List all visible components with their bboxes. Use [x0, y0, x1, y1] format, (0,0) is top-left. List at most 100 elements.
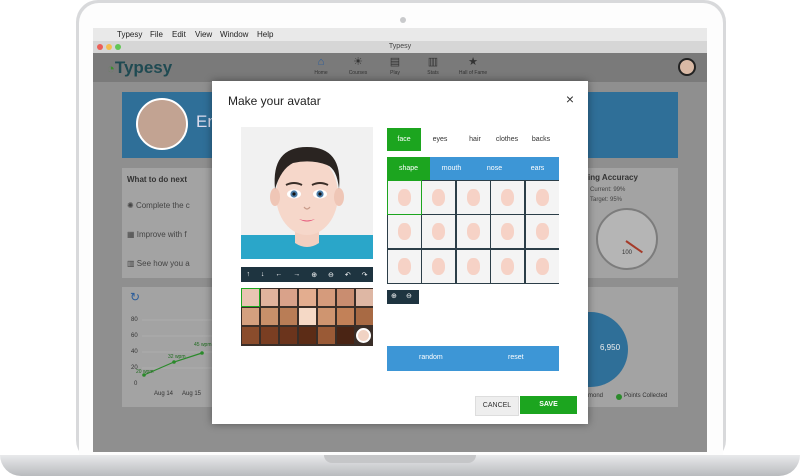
face-shape-option[interactable]: [388, 249, 421, 283]
redo-icon[interactable]: ↷: [362, 271, 368, 279]
skin-swatch[interactable]: [241, 288, 260, 307]
menu-item-view[interactable]: View: [195, 30, 212, 39]
typesy-logo[interactable]: ◔Typesy: [107, 58, 172, 78]
what-next-item-label: See how you a: [136, 259, 190, 268]
move-right-icon[interactable]: →: [293, 271, 300, 278]
minimize-window-button[interactable]: [106, 44, 112, 50]
face-shape-option[interactable]: [491, 215, 525, 249]
what-next-item-label: Complete the c: [135, 201, 190, 210]
tab-hair[interactable]: hair: [458, 128, 492, 151]
skin-swatch[interactable]: [242, 308, 259, 325]
zoom-out-icon[interactable]: ⊖: [328, 271, 334, 279]
app-header: ◔Typesy ⌂ Home ☀ Courses ▤ Play ▥ Stats ★ Hal…: [93, 53, 707, 82]
face-shape-option[interactable]: [525, 181, 559, 214]
tab-clothes[interactable]: clothes: [490, 128, 524, 151]
nav-stats[interactable]: ▥ Stats: [413, 56, 453, 76]
skin-swatch[interactable]: [318, 327, 335, 344]
skin-swatch[interactable]: [280, 327, 297, 344]
subtab-mouth[interactable]: mouth: [430, 157, 473, 180]
skin-swatch[interactable]: [261, 308, 278, 325]
save-button[interactable]: SAVE: [520, 396, 577, 414]
skin-swatch[interactable]: [242, 327, 259, 344]
face-shape-option[interactable]: [422, 181, 456, 214]
move-left-icon[interactable]: ←: [275, 271, 282, 278]
skin-swatch[interactable]: [261, 327, 278, 344]
nav-home[interactable]: ⌂ Home: [301, 56, 341, 76]
skin-swatch[interactable]: [356, 308, 373, 325]
skin-swatch[interactable]: [337, 289, 354, 306]
face-shape-option[interactable]: [456, 181, 490, 214]
skin-swatch[interactable]: [337, 308, 354, 325]
menu-item-file[interactable]: File: [150, 30, 163, 39]
subtab-shape[interactable]: shape: [387, 157, 430, 180]
menu-item-window[interactable]: Window: [220, 30, 248, 39]
maximize-window-button[interactable]: [115, 44, 121, 50]
what-next-item[interactable]: ✺ Complete the c: [127, 201, 190, 210]
speed-point[interactable]: [172, 360, 176, 364]
skin-color-palette: [241, 288, 373, 346]
logo-text: Typesy: [114, 58, 173, 77]
what-next-item[interactable]: ▦ Improve with f: [127, 230, 187, 239]
face-shape-option[interactable]: [422, 215, 456, 249]
face-shape-option[interactable]: [491, 249, 525, 283]
random-button[interactable]: random: [419, 354, 443, 361]
points-card: 6,950 mond Points Collected: [588, 287, 678, 407]
nav-home-label: Home: [314, 70, 328, 76]
menu-item-typesy[interactable]: Typesy: [117, 30, 142, 39]
face-shape-option[interactable]: [387, 180, 422, 215]
skin-swatch[interactable]: [318, 308, 335, 325]
skin-swatch[interactable]: [356, 289, 373, 306]
menu-bar: Typesy File Edit View Window Help: [93, 28, 707, 41]
close-window-button[interactable]: [97, 44, 103, 50]
face-shape-thumbnail: [535, 257, 549, 275]
face-shape-option[interactable]: [422, 249, 456, 283]
y-tick: 80: [131, 317, 138, 323]
skin-swatch[interactable]: [299, 327, 316, 344]
face-shape-thumbnail: [432, 223, 446, 241]
menu-item-edit[interactable]: Edit: [172, 30, 186, 39]
face-shape-option[interactable]: [525, 215, 559, 249]
refresh-icon[interactable]: ↻: [130, 290, 140, 304]
skin-swatch[interactable]: [318, 289, 335, 306]
face-shape-option[interactable]: [525, 249, 559, 283]
nav-courses[interactable]: ☀ Courses: [338, 56, 378, 76]
zoom-out-icon[interactable]: ⊖: [406, 292, 412, 300]
face-shape-option[interactable]: [456, 249, 490, 283]
speed-point[interactable]: [200, 351, 204, 355]
zoom-in-icon[interactable]: ⊕: [311, 271, 317, 279]
legend-item: mond: [588, 393, 604, 399]
skin-swatch[interactable]: [280, 308, 297, 325]
what-next-item[interactable]: ▥ See how you a: [127, 259, 190, 268]
cancel-button[interactable]: CANCEL: [475, 396, 519, 416]
nav-play[interactable]: ▤ Play: [375, 56, 415, 76]
undo-icon[interactable]: ↶: [345, 271, 351, 279]
stats-icon: ▥: [127, 259, 137, 268]
face-shape-option[interactable]: [491, 181, 525, 214]
reset-button[interactable]: reset: [508, 354, 524, 361]
custom-color-picker[interactable]: [356, 328, 371, 343]
nav-hall-of-fame-label: Hall of Fame: [458, 70, 488, 76]
face-shape-option[interactable]: [388, 215, 421, 249]
random-reset-bar: random reset: [387, 346, 559, 371]
lightbulb-icon: ✺: [127, 201, 136, 210]
skin-swatch[interactable]: [299, 289, 316, 306]
skin-swatch[interactable]: [261, 289, 278, 306]
move-down-icon[interactable]: ↓: [261, 271, 265, 278]
user-avatar[interactable]: [678, 58, 696, 76]
skin-swatch[interactable]: [337, 327, 354, 344]
legend-dot-icon: [616, 394, 622, 400]
skin-swatch[interactable]: [280, 289, 297, 306]
tab-face[interactable]: face: [387, 128, 421, 151]
menu-item-help[interactable]: Help: [257, 30, 273, 39]
tab-backs[interactable]: backs: [524, 128, 558, 151]
move-up-icon[interactable]: ↑: [246, 271, 250, 278]
tab-eyes[interactable]: eyes: [423, 128, 457, 151]
subtab-nose[interactable]: nose: [473, 157, 516, 180]
avatar-face-image: [241, 147, 373, 259]
subtab-ears[interactable]: ears: [516, 157, 559, 180]
nav-hall-of-fame[interactable]: ★ Hall of Fame: [453, 56, 493, 76]
close-icon[interactable]: ×: [566, 91, 574, 107]
skin-swatch[interactable]: [299, 308, 316, 325]
zoom-in-icon[interactable]: ⊕: [391, 292, 397, 300]
face-shape-option[interactable]: [456, 215, 490, 249]
